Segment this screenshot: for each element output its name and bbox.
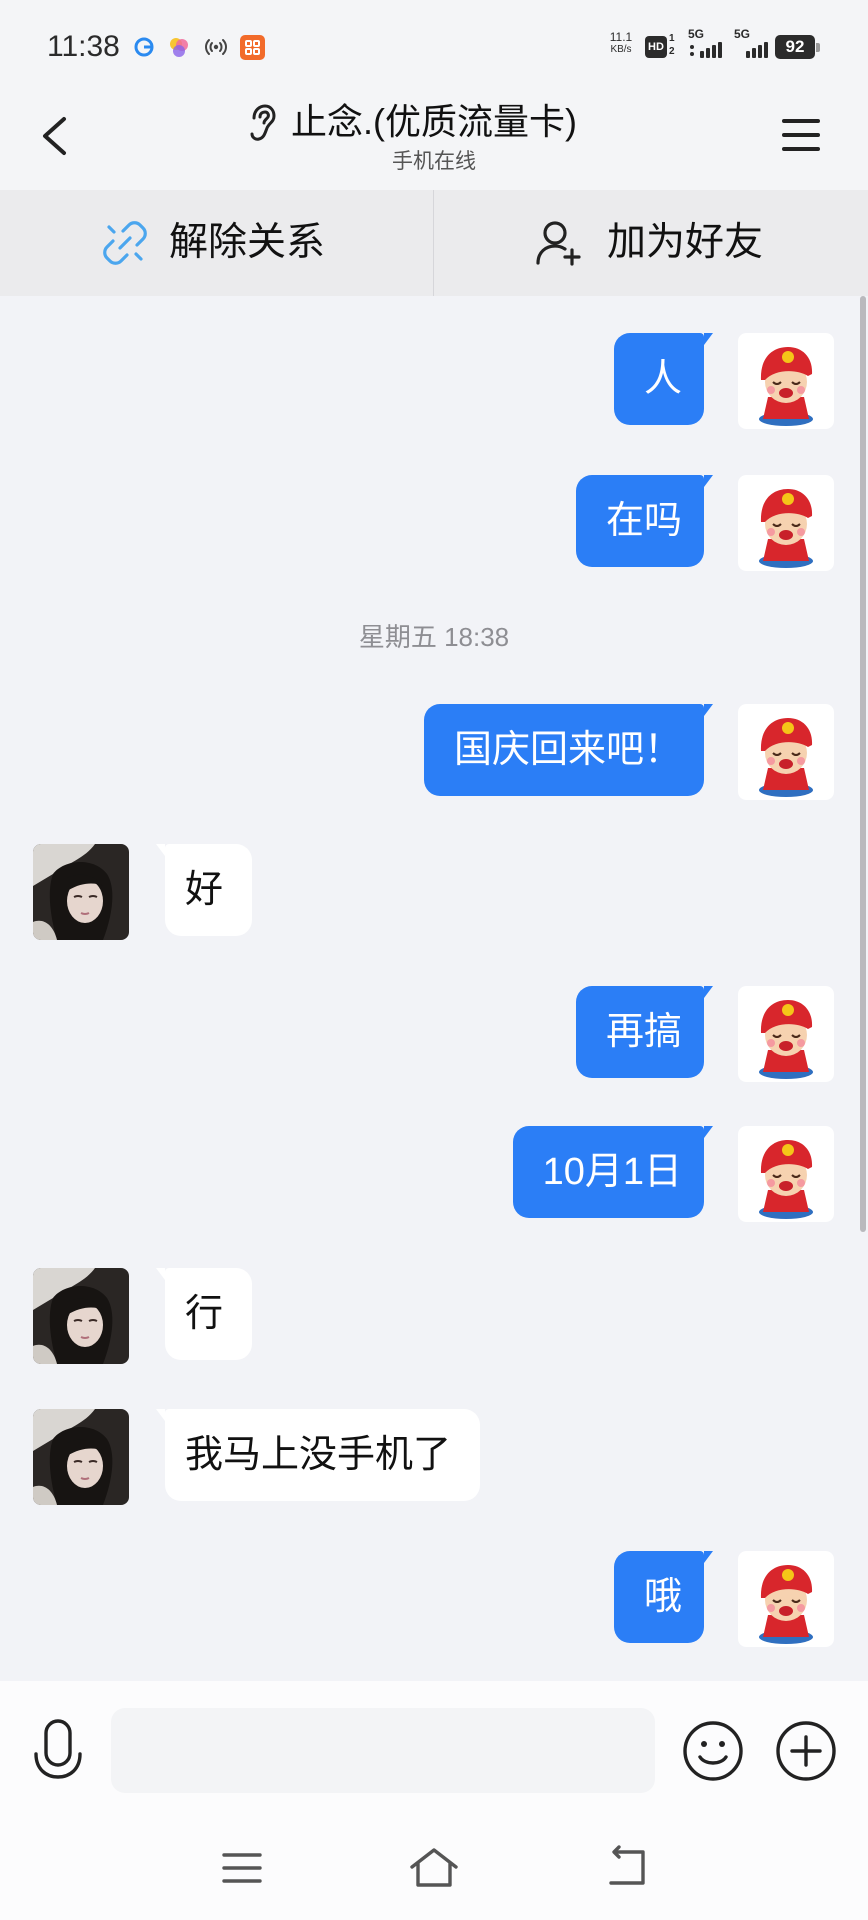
nav-home-button[interactable] xyxy=(404,1840,464,1896)
sim1-network-label: 5G xyxy=(688,27,705,41)
status-time: 11:38 xyxy=(47,30,120,63)
broken-link-icon xyxy=(103,221,147,265)
hotspot-icon xyxy=(205,39,227,55)
unfriend-label: 解除关系 xyxy=(169,221,326,264)
sim2-signal-icon: 5G xyxy=(734,28,774,62)
ear-icon xyxy=(250,104,276,141)
chat-title-row: 止念.(优质流量卡) xyxy=(0,100,868,144)
message-bubble[interactable]: 10月1日 xyxy=(512,1126,714,1218)
message-timestamp: 星期五 18:38 xyxy=(358,622,510,652)
avatar-contact[interactable] xyxy=(33,844,129,940)
home-icon xyxy=(410,1848,458,1887)
message-bubble[interactable]: 哦 xyxy=(613,1551,714,1643)
message-input[interactable] xyxy=(111,1708,655,1793)
browser-icon xyxy=(134,37,154,57)
hd-sim2-label: 2 xyxy=(669,46,675,57)
chat-title[interactable]: 止念.(优质流量卡) xyxy=(291,101,577,142)
net-speed-unit: KB/s xyxy=(610,44,632,55)
plus-icon xyxy=(776,1721,836,1781)
battery-icon: 92 xyxy=(775,35,815,59)
avatar-self[interactable] xyxy=(738,1126,834,1222)
net-speed-value: 11.1 xyxy=(609,30,633,44)
hd-icon: HD xyxy=(645,36,667,58)
add-user-icon xyxy=(536,221,581,266)
avatar-self[interactable] xyxy=(738,333,834,429)
add-friend-button[interactable]: 加为好友 xyxy=(434,190,868,296)
message-bubble[interactable]: 行 xyxy=(155,1268,253,1360)
hd-sim1-label: 1 xyxy=(669,33,675,44)
menu-button[interactable] xyxy=(776,112,826,158)
message-bubble[interactable]: 再搞 xyxy=(575,986,714,1078)
voice-button[interactable] xyxy=(28,1716,88,1786)
avatar-self[interactable] xyxy=(738,986,834,1082)
chat-scrollbar[interactable] xyxy=(860,296,866,1232)
avatar-contact[interactable] xyxy=(33,1268,129,1364)
sim1-signal-icon: 5G xyxy=(688,28,728,62)
unfriend-button[interactable]: 解除关系 xyxy=(0,190,433,296)
more-button[interactable] xyxy=(774,1719,838,1783)
avatar-self[interactable] xyxy=(738,704,834,800)
smile-icon xyxy=(683,1721,743,1781)
sim2-network-label: 5G xyxy=(734,27,751,41)
message-bubble[interactable]: 在吗 xyxy=(575,475,714,567)
nav-back-button[interactable] xyxy=(597,1840,657,1896)
message-bubble[interactable]: 好 xyxy=(155,844,253,936)
menu-lines-icon xyxy=(222,1853,262,1883)
back-icon xyxy=(609,1845,645,1885)
chat-screen: 11:38 11.1 KB/s HD 1 2 5G 5G 92 止念.(优质流量… xyxy=(0,0,868,1920)
photos-icon xyxy=(170,38,188,57)
avatar-contact[interactable] xyxy=(33,1409,129,1505)
avatar-self[interactable] xyxy=(738,1551,834,1647)
online-status: 手机在线 xyxy=(392,150,476,173)
emoji-button[interactable] xyxy=(681,1719,745,1783)
avatar-self[interactable] xyxy=(738,475,834,571)
nav-recents-button[interactable] xyxy=(212,1840,272,1896)
message-bubble[interactable]: 我马上没手机了 xyxy=(155,1409,481,1501)
message-bubble[interactable]: 国庆回来吧！ xyxy=(423,704,714,796)
message-bubble[interactable]: 人 xyxy=(613,333,714,425)
microphone-icon xyxy=(34,1719,82,1779)
add-friend-label: 加为好友 xyxy=(607,221,764,264)
app-icon xyxy=(240,35,265,60)
net-speed: 11.1 KB/s xyxy=(603,31,639,56)
battery-nub xyxy=(816,43,820,52)
